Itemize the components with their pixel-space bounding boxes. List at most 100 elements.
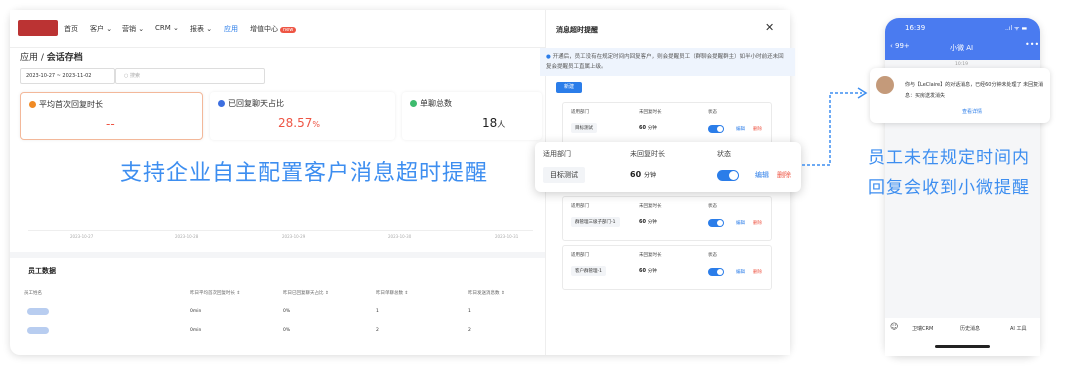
blue-dot-icon (218, 100, 225, 107)
column-header[interactable]: 昨日平均首次回复时长 ⇕ (190, 290, 240, 296)
x-tick: 2023-10-30 (388, 234, 412, 239)
stat-value: 18人 (482, 116, 505, 130)
dept-tag: 客户群管理-1 (571, 266, 606, 276)
time-label: 未回复时长 (639, 204, 662, 209)
nav-crm[interactable]: CRM ⌄ (155, 24, 179, 32)
rule-card: 适用部门 未回复时长 状态 客户群管理-1 60 分钟 编辑 删除 (562, 245, 772, 290)
nav-value-center[interactable]: 增值中心 new (250, 24, 297, 34)
view-details-link[interactable]: 查看详情 (962, 108, 982, 115)
page-title: 会话存档 (46, 53, 83, 63)
home-indicator (935, 345, 990, 348)
timeout-unit: 分钟 (647, 126, 657, 131)
bottom-tab[interactable]: 历史消息 (960, 325, 980, 332)
search-placeholder: 搜索 (129, 73, 140, 79)
table-cell: 1 (376, 309, 379, 314)
card-title: 已回复聊天占比 (228, 99, 284, 108)
side-caption-line: 员工未在规定时间内 (868, 148, 1030, 168)
arrow-path (802, 92, 862, 166)
side-caption-line: 回复会收到小微提醒 (868, 178, 1030, 198)
new-rule-button[interactable]: 新建 (556, 82, 582, 93)
stat-card-first-reply: 平均首次回复时长 -- (20, 92, 203, 140)
bottom-tab[interactable]: 卫瑞CRM (912, 325, 933, 332)
staff-avatar (27, 327, 49, 334)
staff-section-title: 员工数据 (28, 267, 56, 275)
timeout-unit: 分钟 (647, 269, 657, 274)
nav-marketing[interactable]: 营销 ⌄ (122, 24, 144, 34)
timeout-number: 60 (639, 125, 646, 131)
sender-avatar (876, 76, 894, 94)
connector-arrow (802, 87, 868, 166)
stat-card-title: 已回复聊天占比 (218, 98, 284, 109)
stat-value: -- (106, 117, 115, 131)
date-range-picker[interactable]: 2023-10-27 ~ 2023-11-02 (20, 68, 115, 84)
info-icon: ● (546, 54, 551, 60)
timeout-value: 60 分钟 (630, 170, 656, 179)
edit-link[interactable]: 编辑 (736, 269, 745, 275)
breadcrumb: 应用 / 会话存档 (20, 50, 83, 63)
more-icon[interactable]: ••• (1025, 40, 1039, 49)
brand-logo (18, 20, 58, 36)
phone-clock: 16:39 (905, 24, 926, 32)
edit-link[interactable]: 编辑 (736, 126, 745, 132)
stat-card-replied-ratio: 已回复聊天占比 28.57% (210, 92, 395, 140)
delete-link[interactable]: 删除 (753, 126, 762, 132)
status-toggle[interactable] (708, 125, 724, 133)
notice-text: 开通后，员工没有在规定时间内回复客户，则会提醒员工（群聊会提醒群主）如半小时前还… (546, 54, 784, 70)
section-divider (10, 252, 545, 258)
timeout-number: 60 (630, 170, 642, 179)
column-header[interactable]: 昨日单聊总数 ⇕ (376, 290, 408, 296)
delete-link[interactable]: 删除 (753, 220, 762, 226)
timeout-value: 60 分钟 (639, 219, 657, 225)
nav-home[interactable]: 首页 (64, 24, 78, 34)
stat-unit: % (312, 120, 320, 129)
x-tick: 2023-10-31 (495, 234, 519, 239)
nav-apps[interactable]: 应用 (224, 24, 238, 34)
bottom-tab[interactable]: AI 工具 (1010, 325, 1027, 332)
column-header[interactable]: 昨日已回复聊天占比 ⇕ (283, 290, 329, 296)
panel-title: 消息超时提醒 (556, 26, 598, 34)
x-tick: 2023-10-29 (282, 234, 306, 239)
time-label: 未回复时长 (639, 110, 662, 115)
orange-dot-icon (29, 101, 36, 108)
table-cell: 0% (283, 309, 291, 314)
dept-label: 适用部门 (571, 110, 589, 115)
table-cell: 0% (283, 328, 291, 333)
timeout-unit: 分钟 (647, 220, 657, 225)
emoji-icon[interactable]: ☺ (890, 322, 898, 331)
nav-value-center-label: 增值中心 (250, 25, 278, 33)
status-label: 状态 (708, 110, 717, 115)
chart-axis (28, 230, 533, 231)
column-header: 员工姓名 (24, 291, 42, 296)
table-cell: 2 (468, 328, 471, 333)
signal-icon: ..ıl ᯤ ▬ (1005, 25, 1028, 32)
stat-card-title: 单聊总数 (410, 98, 452, 109)
status-toggle[interactable] (717, 170, 739, 181)
delete-link[interactable]: 删除 (753, 269, 762, 275)
breadcrumb-root[interactable]: 应用 / (20, 53, 44, 63)
nav-customer[interactable]: 客户 ⌄ (90, 24, 112, 34)
timeout-number: 60 (639, 268, 646, 274)
status-toggle[interactable] (708, 219, 724, 227)
table-cell: 1 (468, 309, 471, 314)
table-cell: 2 (376, 328, 379, 333)
close-icon[interactable]: ✕ (765, 21, 774, 34)
dept-label: 适用部门 (543, 150, 571, 158)
rule-card: 适用部门 未回复时长 状态 群管理三级子部门-1 60 分钟 编辑 删除 (562, 196, 772, 241)
time-label: 未回复时长 (639, 253, 662, 258)
back-button[interactable]: ‹ 99+ (890, 42, 910, 50)
table-cell: 0min (190, 328, 202, 333)
dept-label: 适用部门 (571, 204, 589, 209)
stat-value: 28.57% (278, 116, 320, 130)
edit-link[interactable]: 编辑 (755, 170, 769, 180)
delete-link[interactable]: 删除 (777, 170, 791, 180)
search-input[interactable]: ○ 搜索 (115, 68, 265, 84)
status-label: 状态 (717, 150, 731, 158)
zoomed-rule-card: 适用部门 未回复时长 状态 目标测试 60 分钟 编辑 删除 (535, 142, 801, 192)
edit-link[interactable]: 编辑 (736, 220, 745, 226)
status-toggle[interactable] (708, 268, 724, 276)
card-title: 平均首次回复时长 (39, 100, 103, 109)
dept-tag: 目标测试 (543, 167, 585, 183)
nav-reports[interactable]: 报表 ⌄ (190, 24, 212, 34)
column-header[interactable]: 昨日发送消息数 ⇕ (468, 290, 505, 296)
status-label: 状态 (708, 204, 717, 209)
